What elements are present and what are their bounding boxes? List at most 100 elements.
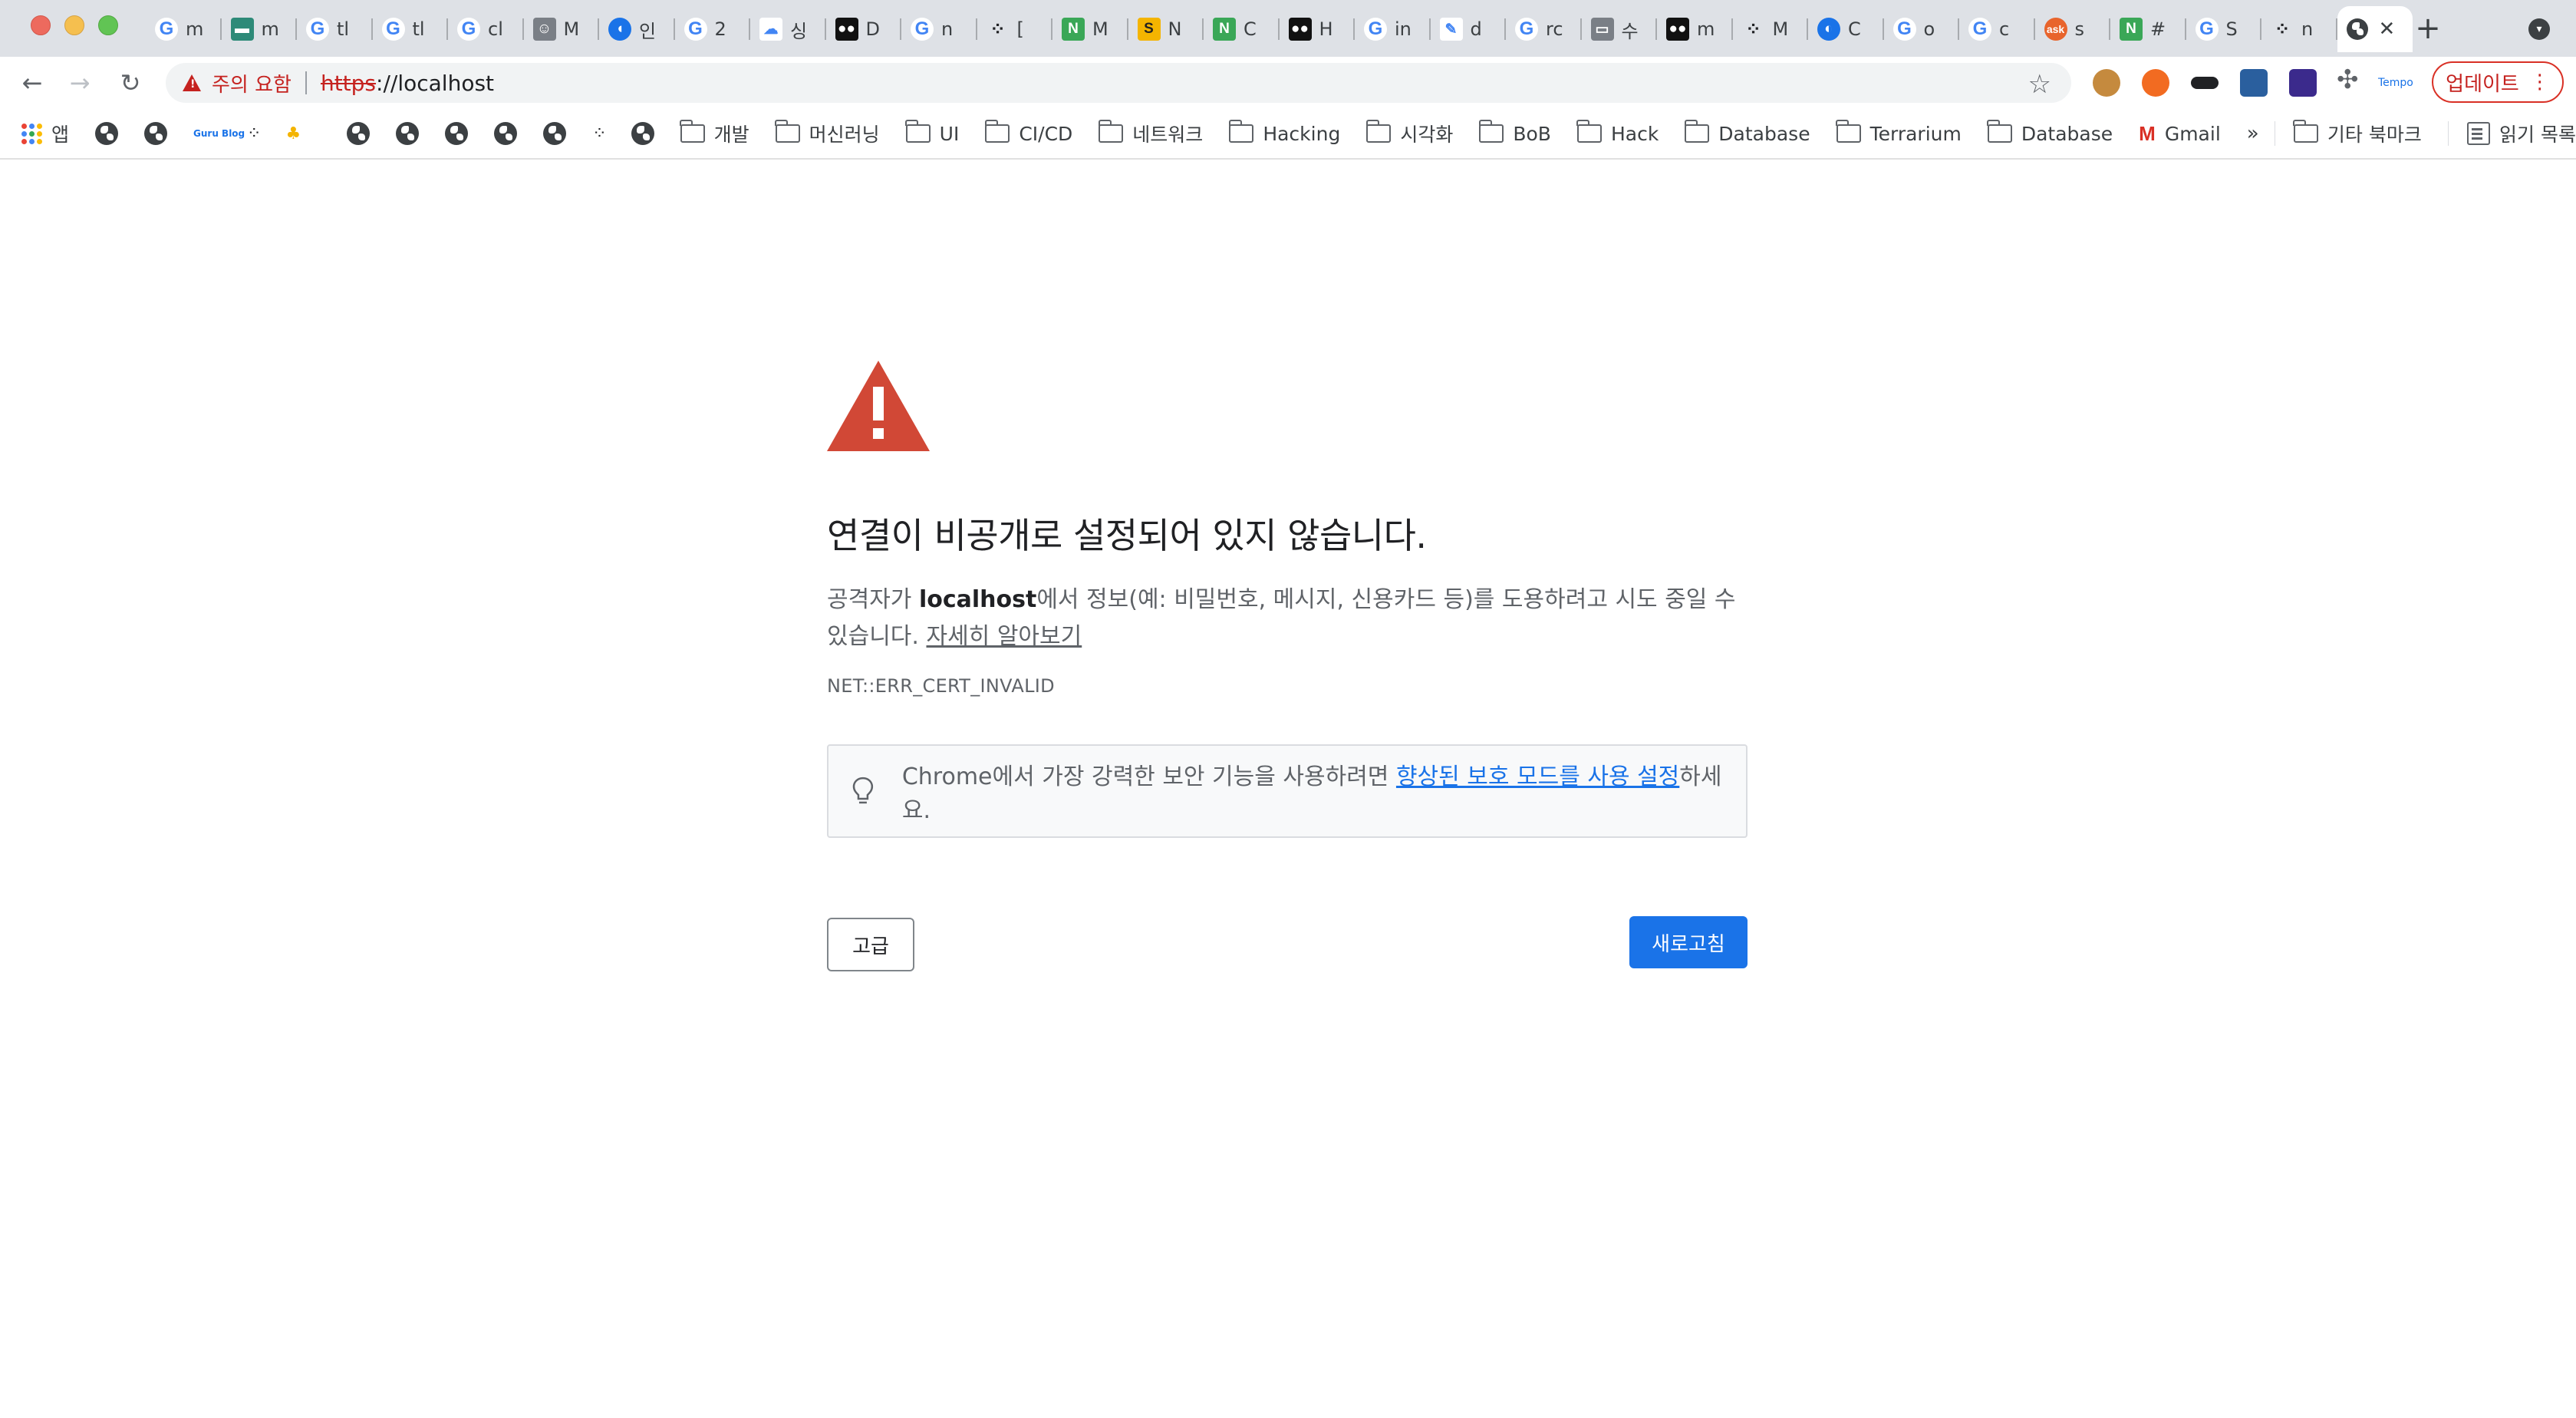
- bookmark-star-icon[interactable]: ☆: [2028, 69, 2051, 100]
- browser-tab[interactable]: ●● D: [826, 6, 902, 52]
- window-minimize-button[interactable]: [64, 15, 84, 35]
- purple-extension-icon[interactable]: [2289, 69, 2317, 97]
- tab-search-button[interactable]: ▾: [2528, 18, 2550, 40]
- bookmark-folder-label: CI/CD: [1019, 122, 1073, 145]
- enhanced-protection-link[interactable]: 향상된 보호 모드를 사용 설정: [1396, 763, 1679, 790]
- browser-tab[interactable]: GS: [2186, 6, 2262, 52]
- bookmark-folder[interactable]: 머신러닝: [775, 120, 880, 147]
- reading-list[interactable]: 읽기 목록: [2467, 120, 2576, 147]
- advanced-button[interactable]: 고급: [827, 918, 914, 971]
- bookmark-folder[interactable]: Hacking: [1228, 120, 1340, 145]
- tab-title: o: [1923, 18, 1935, 40]
- tab-title: d: [1470, 18, 1482, 40]
- browser-tab[interactable]: Gin: [1355, 6, 1431, 52]
- reload-page-button[interactable]: 새로고침: [1629, 916, 1748, 968]
- browser-tab[interactable]: Gcl: [448, 6, 524, 52]
- other-bookmarks[interactable]: 기타 북마크: [2293, 120, 2422, 147]
- description-prefix: 공격자가: [827, 586, 919, 613]
- security-warning-icon[interactable]: !: [183, 74, 201, 91]
- tab-title: H: [1319, 18, 1333, 40]
- bookmark-folder[interactable]: CI/CD: [984, 120, 1073, 145]
- learn-more-link[interactable]: 자세히 알아보기: [926, 623, 1082, 650]
- reload-button[interactable]: ↻: [115, 68, 146, 98]
- bookmark-globe-8[interactable]: [631, 122, 654, 145]
- bookmark-folder[interactable]: Database: [1684, 120, 1810, 145]
- bookmark-apps[interactable]: 앱: [21, 120, 69, 147]
- bookmark-colorful[interactable]: ♣: [285, 124, 301, 143]
- reading-list-icon: [2467, 122, 2491, 145]
- bookmark-globe-3[interactable]: [347, 122, 371, 145]
- bookmark-globe-1[interactable]: [95, 122, 119, 145]
- browser-tab[interactable]: N #: [2110, 6, 2186, 52]
- cookie-extension-icon[interactable]: [2093, 69, 2120, 97]
- more-bookmarks-chevron-icon[interactable]: »: [2247, 122, 2259, 145]
- window-maximize-button[interactable]: [98, 15, 118, 35]
- folder-icon: [1478, 120, 1504, 143]
- toolbar: ← → ↻ ! 주의 요함 https ://localhost ☆ ✣ Tem…: [0, 57, 2576, 109]
- tab-title: n: [2301, 18, 2314, 40]
- browser-tab[interactable]: Grc: [1506, 6, 1582, 52]
- address-bar[interactable]: ! 주의 요함 https ://localhost ☆: [166, 63, 2071, 103]
- active-tab[interactable]: ✕: [2337, 6, 2413, 52]
- browser-tab[interactable]: ⁘ M: [1733, 6, 1809, 52]
- window-controls: [31, 15, 118, 35]
- browser-tab[interactable]: ▬ m: [222, 6, 298, 52]
- browser-tab[interactable]: Gn: [901, 6, 977, 52]
- tab-title: s: [2074, 18, 2085, 40]
- browser-tab[interactable]: ☁ 싱: [750, 6, 826, 52]
- browser-tab[interactable]: Gtl: [297, 6, 373, 52]
- orange-extension-icon[interactable]: [2142, 69, 2169, 97]
- tab-favicon-icon: G: [306, 18, 329, 41]
- browser-tab[interactable]: ▭ 수: [1582, 6, 1658, 52]
- bookmark-folder[interactable]: BoB: [1478, 120, 1551, 145]
- tab-close-icon[interactable]: ✕: [2379, 18, 2396, 41]
- tab-title: D: [865, 18, 880, 40]
- blue-extension-icon[interactable]: [2240, 69, 2268, 97]
- browser-tab[interactable]: Gc: [1959, 6, 2035, 52]
- forward-button[interactable]: →: [64, 68, 95, 98]
- security-warning-label[interactable]: 주의 요함: [212, 69, 292, 97]
- bookmark-folder[interactable]: 개발: [680, 120, 749, 147]
- browser-tab[interactable]: NM: [1052, 6, 1128, 52]
- update-button[interactable]: 업데이트 ⋮: [2432, 61, 2564, 103]
- browser-tab[interactable]: Go: [1884, 6, 1960, 52]
- error-description: 공격자가 localhost에서 정보(예: 비밀번호, 메시지, 신용카드 등…: [827, 582, 1748, 655]
- browser-tab[interactable]: ◖ 인: [599, 6, 675, 52]
- bookmark-folder[interactable]: UI: [905, 120, 959, 145]
- active-tab-globe-icon: [2346, 18, 2368, 40]
- bookmark-folder[interactable]: Hack: [1576, 120, 1659, 145]
- browser-tab[interactable]: ●● m: [1657, 6, 1733, 52]
- window-close-button[interactable]: [31, 15, 51, 35]
- new-tab-button[interactable]: +: [2409, 9, 2447, 48]
- bookmark-gmail[interactable]: M Gmail: [2139, 122, 2221, 146]
- bookmark-globe-4[interactable]: [396, 122, 420, 145]
- browser-tab[interactable]: Gtl: [373, 6, 449, 52]
- bookmark-folder[interactable]: Terrarium: [1836, 120, 1962, 145]
- back-button[interactable]: ←: [17, 68, 48, 98]
- bookmark-dots-1[interactable]: ⁘: [247, 124, 261, 143]
- browser-tab[interactable]: G2: [675, 6, 751, 52]
- browser-tab[interactable]: ☺ M: [524, 6, 600, 52]
- browser-tab[interactable]: SN: [1128, 6, 1204, 52]
- browser-tab[interactable]: ●● H: [1280, 6, 1356, 52]
- bookmark-globe-6[interactable]: [494, 122, 518, 145]
- browser-tab[interactable]: ✎ d: [1431, 6, 1507, 52]
- extensions-puzzle-icon[interactable]: ✣: [2337, 64, 2364, 95]
- bookmark-guru-blog[interactable]: Guru Blog: [193, 128, 245, 139]
- tempo-extension-icon[interactable]: Tempo: [2378, 77, 2424, 104]
- browser-tab[interactable]: Gm: [146, 6, 222, 52]
- mask-extension-icon[interactable]: [2191, 77, 2219, 89]
- browser-tab[interactable]: NC: [1204, 6, 1280, 52]
- browser-tab[interactable]: ask s: [2035, 6, 2111, 52]
- bookmark-folder[interactable]: 네트워크: [1098, 120, 1203, 147]
- browser-tab[interactable]: ⁘[: [977, 6, 1053, 52]
- ssl-error-page: 연결이 비공개로 설정되어 있지 않습니다. 공격자가 localhost에서 …: [827, 361, 1748, 971]
- bookmark-dots-2[interactable]: ⁘: [592, 124, 606, 143]
- browser-tab[interactable]: ◐ C: [1808, 6, 1884, 52]
- bookmark-folder[interactable]: 시각화: [1365, 120, 1453, 147]
- bookmark-globe-5[interactable]: [445, 122, 469, 145]
- bookmark-globe-2[interactable]: [144, 122, 168, 145]
- bookmark-globe-7[interactable]: [543, 122, 567, 145]
- bookmark-folder[interactable]: Database: [1987, 120, 2113, 145]
- browser-tab[interactable]: ⁘ n: [2261, 6, 2337, 52]
